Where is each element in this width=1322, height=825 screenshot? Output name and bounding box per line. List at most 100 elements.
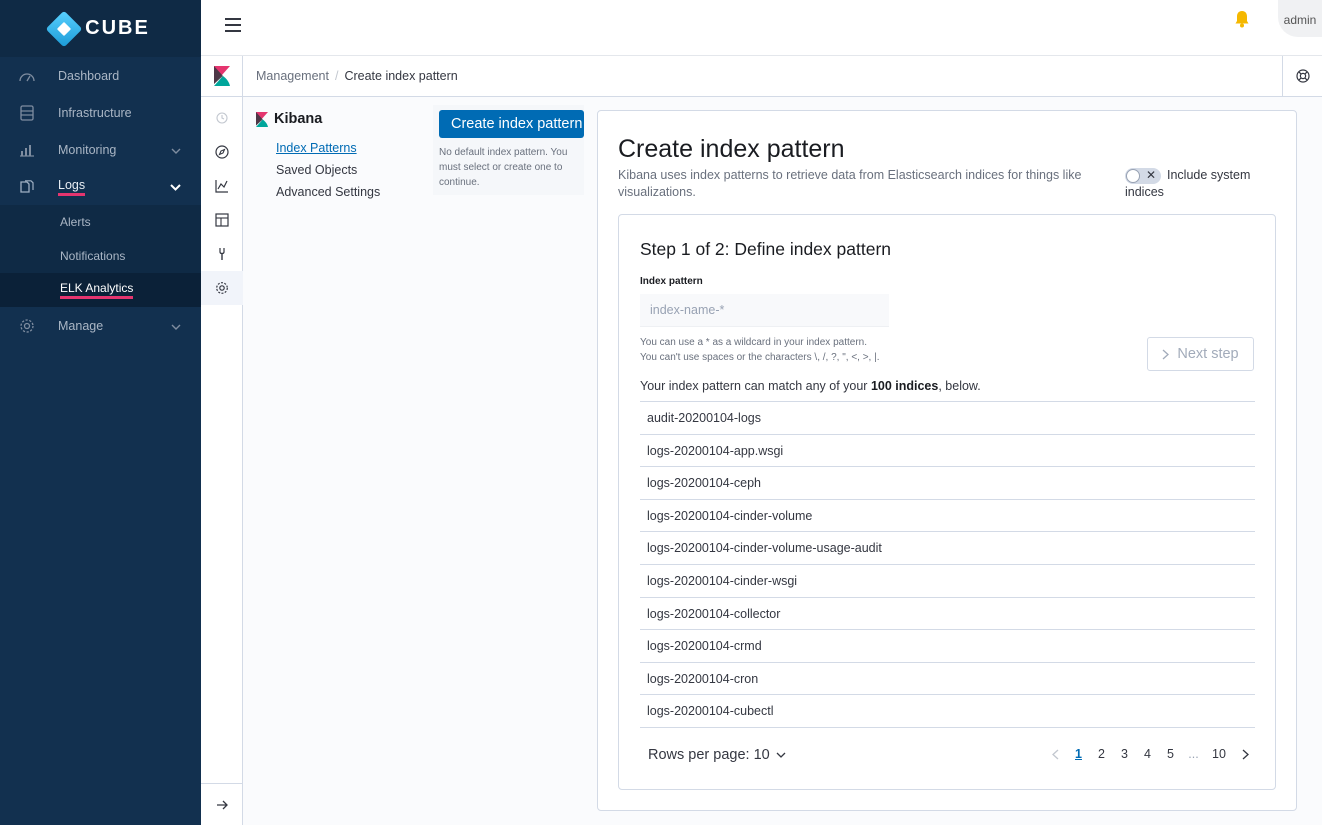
notification-bell-icon[interactable] (1234, 10, 1250, 33)
page-2[interactable]: 2 (1090, 747, 1113, 761)
breadcrumb: Management / Create index pattern (256, 69, 458, 83)
help-line-characters: You can't use spaces or the characters \… (640, 352, 880, 363)
kibana-title-label: Kibana (274, 111, 323, 127)
step-title: Step 1 of 2: Define index pattern (640, 239, 891, 259)
include-system-indices-toggle[interactable]: ✕ Include system indices (1125, 167, 1275, 201)
cube-logo-icon (45, 10, 83, 47)
kibana-logo-icon (256, 111, 268, 127)
kibana-logo-icon[interactable] (201, 56, 243, 96)
sidebar-item-infrastructure[interactable]: Infrastructure (0, 94, 201, 131)
list-item: logs-20200104-cinder-volume (640, 500, 1255, 533)
sidebar-item-label: Monitoring (58, 142, 117, 157)
list-item: logs-20200104-app.wsgi (640, 435, 1255, 468)
match-summary: Your index pattern can match any of your… (640, 379, 981, 393)
sidebar-subitem-notifications[interactable]: Notifications (0, 239, 201, 273)
sidebar-item-label: Logs (58, 178, 86, 196)
sidebar-subitem-elk-analytics[interactable]: ELK Analytics (0, 273, 201, 307)
breadcrumb-management[interactable]: Management (256, 69, 329, 83)
sidebar-item-dashboard[interactable]: Dashboard (0, 57, 201, 94)
nav-index-patterns[interactable]: Index Patterns (276, 137, 426, 159)
page-3[interactable]: 3 (1113, 747, 1136, 761)
dashboard-app-icon[interactable] (201, 203, 243, 237)
page-ellipsis: ... (1188, 747, 1199, 761)
sidebar-subitem-label: Notifications (60, 249, 126, 263)
nav-advanced-settings[interactable]: Advanced Settings (276, 181, 426, 203)
close-icon: ✕ (1145, 167, 1156, 182)
list-item: logs-20200104-cinder-volume-usage-audit (640, 532, 1255, 565)
app-sidebar: CUBE Dashboard Infrastructure Monitoring… (0, 0, 201, 825)
match-suffix: , below. (938, 379, 981, 393)
help-icon[interactable] (1282, 56, 1322, 96)
sidebar-item-logs[interactable]: Logs (0, 168, 201, 205)
list-item: logs-20200104-cron (640, 663, 1255, 696)
define-pattern-step: Step 1 of 2: Define index pattern Index … (618, 214, 1276, 790)
page-5[interactable]: 5 (1159, 747, 1182, 761)
rows-per-page-select[interactable]: Rows per page: 10 (648, 747, 786, 763)
brand[interactable]: CUBE (0, 0, 201, 57)
chevron-down-icon (171, 319, 181, 333)
next-step-label: Next step (1177, 346, 1239, 362)
index-pattern-label: Index pattern (640, 276, 703, 287)
chevron-right-icon (1162, 349, 1170, 359)
list-item: logs-20200104-crmd (640, 630, 1255, 663)
index-list: audit-20200104-logs logs-20200104-app.ws… (640, 401, 1255, 728)
kibana-header: Management / Create index pattern (201, 56, 1322, 97)
index-pattern-input[interactable] (640, 294, 889, 327)
index-pattern-list-panel: Create index pattern No default index pa… (433, 105, 584, 195)
dev-tools-icon[interactable] (201, 237, 243, 271)
no-default-index-note: No default index pattern. You must selec… (439, 147, 568, 188)
sidebar-subitem-alerts[interactable]: Alerts (0, 205, 201, 239)
create-index-pattern-button[interactable]: Create index pattern (439, 110, 584, 138)
chevron-down-icon (170, 180, 181, 194)
logs-icon (18, 178, 36, 196)
server-icon (18, 104, 36, 122)
sidebar-subitem-label: Alerts (60, 215, 91, 229)
user-menu[interactable]: admin (1278, 0, 1322, 37)
sidebar-item-label: Infrastructure (58, 105, 132, 120)
visualize-icon[interactable] (201, 169, 243, 203)
recently-viewed-icon[interactable] (201, 101, 243, 135)
toggle-switch[interactable]: ✕ (1125, 167, 1161, 184)
chevron-down-icon (776, 752, 786, 758)
match-prefix: Your index pattern can match any of your (640, 379, 871, 393)
sidebar-item-monitoring[interactable]: Monitoring (0, 131, 201, 168)
expand-arrow-icon[interactable] (201, 783, 242, 825)
chart-icon (18, 141, 36, 159)
list-item: logs-20200104-cubectl (640, 695, 1255, 728)
gear-icon (18, 317, 36, 335)
page-title: Create index pattern (618, 135, 845, 163)
next-page-icon[interactable] (1233, 749, 1257, 760)
previous-page-icon[interactable] (1043, 749, 1067, 760)
sidebar-item-label: Manage (58, 318, 104, 333)
sidebar-item-label: Dashboard (58, 68, 120, 83)
page-4[interactable]: 4 (1136, 747, 1159, 761)
chevron-down-icon (171, 143, 181, 157)
help-line-wildcard: You can use a * as a wildcard in your in… (640, 337, 867, 348)
discover-icon[interactable] (201, 135, 243, 169)
breadcrumb-current: Create index pattern (344, 69, 458, 83)
top-bar: admin (201, 0, 1322, 56)
rows-per-page-label: Rows per page: 10 (648, 747, 770, 763)
page-10[interactable]: 10 (1205, 747, 1233, 761)
management-gear-icon[interactable] (201, 271, 243, 305)
list-item: logs-20200104-collector (640, 598, 1255, 631)
management-side-nav: Kibana Index Patterns Saved Objects Adva… (256, 111, 426, 203)
page-1[interactable]: 1 (1067, 747, 1090, 761)
page-description: Kibana uses index patterns to retrieve d… (618, 168, 1082, 199)
nav-saved-objects[interactable]: Saved Objects (276, 159, 426, 181)
sidebar-item-manage[interactable]: Manage (0, 307, 201, 344)
list-item: logs-20200104-ceph (640, 467, 1255, 500)
dashboard-icon (18, 67, 36, 85)
match-count: 100 indices (870, 379, 939, 393)
kibana-nav-rail (201, 97, 243, 825)
next-step-button[interactable]: Next step (1147, 337, 1254, 371)
logs-submenu: Alerts Notifications ELK Analytics (0, 205, 201, 307)
kibana-section-title: Kibana (256, 111, 426, 127)
brand-name: CUBE (85, 17, 150, 39)
list-item: audit-20200104-logs (640, 402, 1255, 435)
pagination: 1 2 3 4 5 ... 10 (1043, 747, 1257, 761)
index-pattern-help: You can use a * as a wildcard in your in… (640, 335, 879, 365)
list-item: logs-20200104-cinder-wsgi (640, 565, 1255, 598)
menu-toggle-icon[interactable] (225, 18, 241, 32)
sidebar-subitem-label: ELK Analytics (60, 281, 134, 299)
